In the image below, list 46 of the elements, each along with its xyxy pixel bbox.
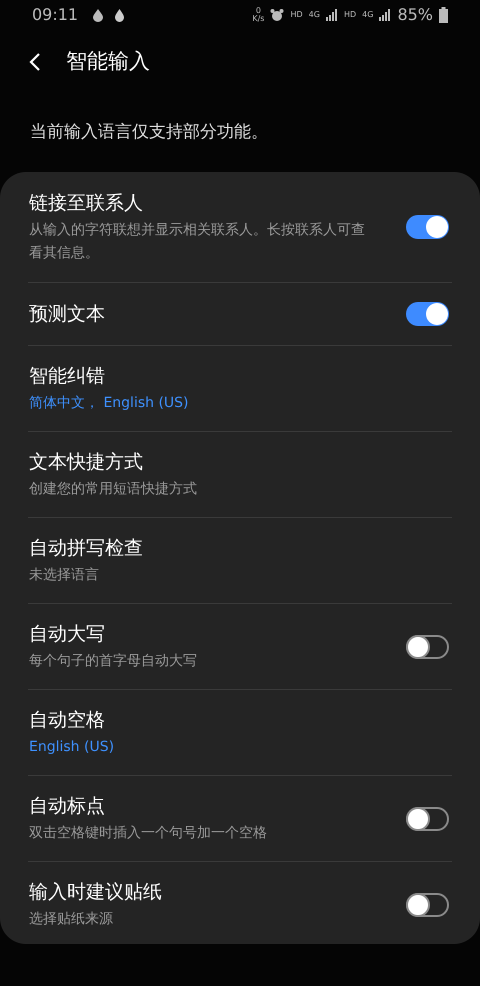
toggle-switch[interactable] — [406, 892, 449, 916]
toggle-switch[interactable] — [406, 806, 449, 830]
battery-percent: 85% — [397, 4, 433, 26]
speed-value: 0 — [256, 7, 261, 15]
toggle-switch[interactable] — [406, 634, 449, 658]
setting-title: 文本快捷方式 — [29, 450, 144, 475]
water-drop-icon — [114, 8, 126, 22]
setting-row[interactable]: 自动大写 每个句子的首字母自动大写 — [0, 604, 480, 689]
setting-row[interactable]: 文本快捷方式 创建您的常用短语快捷方式 — [0, 432, 480, 517]
setting-subtitle: 未选择语言 — [29, 566, 100, 585]
setting-row[interactable]: 自动拼写检查 未选择语言 — [0, 518, 480, 603]
back-icon[interactable] — [28, 52, 42, 72]
setting-title: 链接至联系人 — [29, 191, 144, 216]
setting-title: 预测文本 — [29, 302, 106, 327]
setting-row[interactable]: 输入时建议贴纸 选择贴纸来源 — [0, 862, 480, 944]
setting-title: 输入时建议贴纸 — [29, 880, 163, 905]
speed-unit: K/s — [252, 15, 264, 23]
hd-label: HD — [344, 9, 356, 21]
setting-title: 自动标点 — [29, 794, 106, 819]
signal-icon — [326, 9, 338, 21]
notice-text: 当前输入语言仅支持部分功能。 — [30, 121, 268, 144]
setting-subtitle: 从输入的字符联想并显示相关联系人。长按联系人可查看其信息。 — [29, 221, 366, 263]
setting-row[interactable]: 智能纠错 简体中文， English (US) — [0, 346, 480, 431]
setting-subtitle: 选择贴纸来源 — [29, 910, 114, 929]
setting-row[interactable]: 自动空格 English (US) — [0, 690, 480, 775]
setting-subtitle: 每个句子的首字母自动大写 — [29, 652, 198, 671]
setting-title: 自动空格 — [29, 708, 106, 733]
hd-label: HD — [290, 9, 303, 21]
setting-row[interactable]: 预测文本 — [0, 283, 480, 345]
setting-row[interactable]: 链接至联系人 从输入的字符联想并显示相关联系人。长按联系人可查看其信息。 — [0, 172, 480, 282]
status-time: 09:11 — [32, 4, 78, 26]
network-label: 4G — [362, 9, 374, 21]
setting-title: 自动大写 — [29, 622, 106, 647]
battery-icon — [439, 7, 448, 23]
signal-icon — [379, 9, 392, 21]
network-label: 4G — [308, 9, 320, 21]
setting-row[interactable]: 自动标点 双击空格键时插入一个句号加一个空格 — [0, 776, 480, 861]
setting-subtitle: English (US) — [29, 738, 116, 757]
toggle-switch[interactable] — [406, 215, 449, 239]
setting-subtitle: 创建您的常用短语快捷方式 — [29, 480, 198, 499]
toggle-switch[interactable] — [406, 302, 449, 326]
page-title: 智能输入 — [66, 48, 150, 76]
setting-subtitle: 双击空格键时插入一个句号加一个空格 — [29, 824, 268, 843]
setting-title: 自动拼写检查 — [29, 536, 144, 561]
setting-title: 智能纠错 — [29, 364, 106, 389]
setting-subtitle: 简体中文， English (US) — [29, 394, 190, 413]
